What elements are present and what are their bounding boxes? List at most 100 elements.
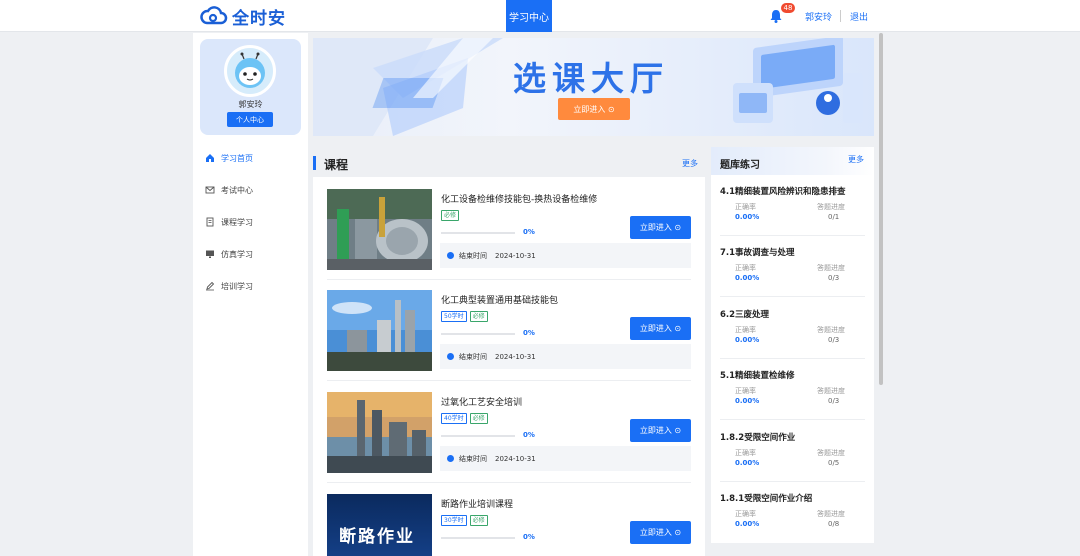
sidebar-item-label: 学习首页: [221, 153, 253, 163]
required-tag: 必修: [441, 210, 460, 221]
top-bar: 全时安 学习中心 48 郭安玲 退出: [0, 0, 1080, 32]
progress-text: 0%: [523, 228, 535, 236]
list-item[interactable]: 4.1精细装置风险辨识和隐患排查 正确率 答题进度 0.00% 0/1: [720, 185, 865, 247]
tab-learning-center[interactable]: 学习中心: [506, 0, 552, 32]
courses-more-link[interactable]: 更多: [682, 158, 698, 169]
progress-value: 0/3: [828, 274, 840, 282]
thumbnail-title: 断路作业: [339, 527, 415, 547]
clock-icon: [447, 455, 454, 462]
divider: [720, 296, 865, 297]
question-bank-header: 题库练习 更多: [711, 147, 874, 175]
question-set-name[interactable]: 7.1事故调查与处理: [720, 246, 795, 258]
progress-bar: [441, 435, 515, 437]
course-icon: [205, 217, 215, 227]
progress-bar: [441, 333, 515, 335]
sidebar-item-training[interactable]: 培训学习: [205, 279, 253, 293]
progress-label: 答题进度: [817, 326, 845, 334]
logo[interactable]: 全时安: [200, 4, 286, 29]
list-item[interactable]: 1.8.2受限空间作业 正确率 答题进度 0.00% 0/5: [720, 431, 865, 493]
logo-text: 全时安: [232, 8, 286, 29]
list-item: 断路作业 断路作业培训课程 30学时 必修 0% 立即进入 ⊙: [327, 494, 691, 556]
accuracy-value: 0.00%: [735, 336, 760, 344]
list-item[interactable]: 6.2三废处理 正确率 答题进度 0.00% 0/3: [720, 308, 865, 370]
required-tag: 必修: [469, 515, 488, 526]
sidebar-item-label: 培训学习: [221, 281, 253, 291]
question-bank-more-link[interactable]: 更多: [848, 154, 864, 165]
progress-text: 0%: [523, 431, 535, 439]
course-tags: 必修: [441, 210, 460, 221]
clock-icon: [447, 252, 454, 259]
sidebar-item-simulation[interactable]: 仿真学习: [205, 247, 253, 261]
accuracy-value: 0.00%: [735, 397, 760, 405]
courses-title: 课程: [324, 158, 349, 172]
enter-course-button[interactable]: 立即进入 ⊙: [630, 216, 691, 239]
exam-icon: [205, 185, 215, 195]
course-name[interactable]: 化工设备检维修技能包-换热设备检维修: [441, 192, 597, 205]
end-time-box: 结束时间 2024-10-31: [440, 446, 691, 471]
hours-tag: 30学时: [441, 515, 467, 526]
course-hall-banner[interactable]: 选课大厅 立即进入 ⊙: [313, 38, 874, 136]
required-tag: 必修: [469, 311, 488, 322]
course-thumbnail[interactable]: [327, 290, 432, 371]
avatar[interactable]: [224, 45, 276, 97]
end-time-date: 2024-10-31: [495, 352, 536, 361]
enter-course-button[interactable]: 立即进入 ⊙: [630, 419, 691, 442]
sidebar-item-exam[interactable]: 考试中心: [205, 183, 253, 197]
progress-value: 0/8: [828, 520, 840, 528]
sidebar-item-home[interactable]: 学习首页: [205, 151, 253, 165]
accuracy-label: 正确率: [735, 326, 756, 334]
course-thumbnail[interactable]: [327, 189, 432, 270]
list-item[interactable]: 7.1事故调查与处理 正确率 答题进度 0.00% 0/3: [720, 246, 865, 308]
course-list: 化工设备检维修技能包-换热设备检维修 必修 0% 结束时间 2024-10-31…: [313, 177, 705, 556]
progress-text: 0%: [523, 329, 535, 337]
hours-tag: 50学时: [441, 311, 467, 322]
course-tags: 30学时 必修: [441, 515, 488, 526]
end-time-box: 结束时间 2024-10-31: [440, 243, 691, 268]
accuracy-value: 0.00%: [735, 274, 760, 282]
enter-course-button[interactable]: 立即进入 ⊙: [630, 317, 691, 340]
list-item: 化工设备检维修技能包-换热设备检维修 必修 0% 结束时间 2024-10-31…: [327, 189, 691, 271]
question-bank-panel: 题库练习 更多 4.1精细装置风险辨识和隐患排查 正确率 答题进度 0.00% …: [711, 147, 874, 543]
clock-icon: [447, 353, 454, 360]
accuracy-value: 0.00%: [735, 213, 760, 221]
progress-label: 答题进度: [817, 510, 845, 518]
end-time-label: 结束时间: [459, 251, 487, 260]
question-set-name[interactable]: 5.1精细装置检维修: [720, 369, 795, 381]
end-time-date: 2024-10-31: [495, 454, 536, 463]
question-bank-title: 题库练习: [720, 160, 760, 171]
enter-course-button[interactable]: 立即进入 ⊙: [630, 521, 691, 544]
divider: [720, 481, 865, 482]
question-set-name[interactable]: 1.8.2受限空间作业: [720, 431, 795, 443]
progress-value: 0/5: [828, 459, 840, 467]
progress-text: 0%: [523, 533, 535, 541]
sidebar-item-label: 考试中心: [221, 185, 253, 195]
course-thumbnail[interactable]: [327, 392, 432, 473]
end-time-date: 2024-10-31: [495, 251, 536, 260]
banner-title: 选课大厅: [513, 59, 669, 98]
monitor-icon: [205, 249, 215, 259]
notification-badge: 48: [781, 3, 795, 13]
user-name-link[interactable]: 郭安玲: [805, 10, 832, 23]
course-name[interactable]: 化工典型装置通用基础技能包: [441, 293, 558, 306]
logout-link[interactable]: 退出: [850, 10, 868, 23]
page-scrollbar[interactable]: [879, 33, 883, 385]
course-name[interactable]: 过氧化工艺安全培训: [441, 395, 522, 408]
section-marker: [313, 156, 316, 170]
end-time-label: 结束时间: [459, 454, 487, 463]
accuracy-label: 正确率: [735, 449, 756, 457]
course-tags: 40学时 必修: [441, 413, 488, 424]
course-name[interactable]: 断路作业培训课程: [441, 497, 513, 510]
sidebar-item-course[interactable]: 课程学习: [205, 215, 253, 229]
end-time-box: 结束时间 2024-10-31: [440, 344, 691, 369]
progress-value: 0/3: [828, 397, 840, 405]
course-thumbnail[interactable]: 断路作业: [327, 494, 432, 556]
progress-label: 答题进度: [817, 264, 845, 272]
banner-enter-button[interactable]: 立即进入 ⊙: [558, 98, 630, 120]
list-item[interactable]: 5.1精细装置检维修 正确率 答题进度 0.00% 0/3: [720, 369, 865, 431]
personal-center-button[interactable]: 个人中心: [227, 112, 273, 127]
question-set-name[interactable]: 6.2三废处理: [720, 308, 769, 320]
question-set-name[interactable]: 4.1精细装置风险辨识和隐患排查: [720, 185, 846, 197]
header-divider: [840, 10, 841, 22]
question-set-name[interactable]: 1.8.1受限空间作业介绍: [720, 492, 812, 504]
list-item[interactable]: 1.8.1受限空间作业介绍 正确率 答题进度 0.00% 0/8: [720, 492, 865, 554]
